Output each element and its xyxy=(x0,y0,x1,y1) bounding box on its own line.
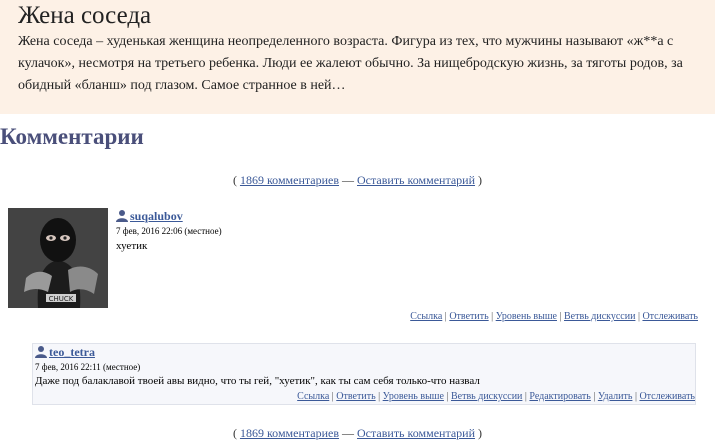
leave-comment-link[interactable]: Оставить комментарий xyxy=(357,426,475,440)
thread-action[interactable]: Ветвь дискуссии xyxy=(451,391,522,402)
link-action[interactable]: Ссылка xyxy=(297,391,329,402)
comments-heading: Комментарии xyxy=(0,124,144,149)
comment-time-note: (местное) xyxy=(103,362,141,372)
comment-text: Даже под балаклавой твоей авы видно, что… xyxy=(35,375,480,387)
delete-action[interactable]: Удалить xyxy=(598,391,633,402)
thread-action[interactable]: Ветвь дискуссии xyxy=(564,311,635,322)
reply-action[interactable]: Ответить xyxy=(449,311,488,322)
comments-nav-top: ( 1869 комментариев — Оставить комментар… xyxy=(0,173,715,188)
comment-author: teo_tetra xyxy=(35,345,95,362)
nav-paren-open: ( xyxy=(232,173,240,187)
user-icon[interactable] xyxy=(35,345,47,362)
avatar-caption: CHUCK xyxy=(49,295,74,303)
comment-reply: teo_tetra 7 фев, 2016 22:11 (местное) Да… xyxy=(32,343,696,405)
comment-text: хуетик xyxy=(116,240,148,252)
edit-action[interactable]: Редактировать xyxy=(529,391,590,402)
post-box: Жена соседа Жена соседа – худенькая женщ… xyxy=(0,0,715,114)
comments-nav-bottom: ( 1869 комментариев — Оставить комментар… xyxy=(0,426,715,441)
comment: CHUCK suqalubov 7 фев, 2016 22:06 (местн… xyxy=(8,208,698,326)
nav-separator: — xyxy=(339,426,358,440)
comment-time: 7 фев, 2016 22:06 xyxy=(116,226,183,236)
action-separator: | xyxy=(590,391,598,402)
nav-separator: — xyxy=(339,173,358,187)
comment-time: 7 фев, 2016 22:11 xyxy=(35,362,101,372)
user-icon[interactable] xyxy=(116,209,128,226)
comment-actions: Ссылка | Ответить | Уровень выше | Ветвь… xyxy=(410,311,698,322)
track-action[interactable]: Отслеживать xyxy=(639,391,695,402)
comment-timestamp: 7 фев, 2016 22:11 (местное) xyxy=(35,362,140,372)
link-action[interactable]: Ссылка xyxy=(410,311,442,322)
nav-paren-close: ) xyxy=(475,173,483,187)
comments-count-link[interactable]: 1869 комментариев xyxy=(240,173,339,187)
comment-timestamp: 7 фев, 2016 22:06 (местное) xyxy=(116,226,222,236)
comment-username[interactable]: teo_tetra xyxy=(49,345,95,359)
post-excerpt: Жена соседа – худенькая женщина неопреде… xyxy=(18,34,683,93)
reply-action[interactable]: Ответить xyxy=(336,391,375,402)
action-separator: | xyxy=(375,391,383,402)
avatar[interactable]: CHUCK xyxy=(8,208,108,308)
action-separator: | xyxy=(443,391,451,402)
parent-action[interactable]: Уровень выше xyxy=(383,391,444,402)
comment-author: suqalubov xyxy=(116,209,183,226)
comment-actions: Ссылка | Ответить | Уровень выше | Ветвь… xyxy=(297,391,695,402)
action-separator: | xyxy=(488,311,496,322)
post-title[interactable]: Жена соседа xyxy=(18,2,151,30)
action-separator: | xyxy=(556,311,564,322)
comments-count-link[interactable]: 1869 комментариев xyxy=(240,426,339,440)
avatar-image: CHUCK xyxy=(8,208,108,308)
leave-comment-link[interactable]: Оставить комментарий xyxy=(357,173,475,187)
comment-username[interactable]: suqalubov xyxy=(130,209,183,223)
nav-paren-open: ( xyxy=(232,426,240,440)
track-action[interactable]: Отслеживать xyxy=(642,311,698,322)
comment-time-note: (местное) xyxy=(184,226,222,236)
parent-action[interactable]: Уровень выше xyxy=(496,311,557,322)
nav-paren-close: ) xyxy=(475,426,483,440)
